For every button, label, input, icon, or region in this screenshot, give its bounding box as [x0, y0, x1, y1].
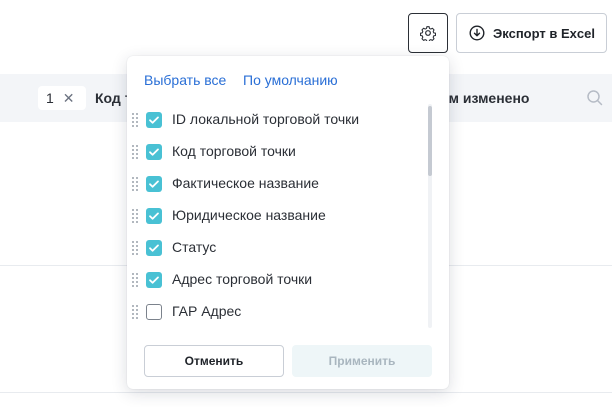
check-icon — [149, 244, 159, 252]
drag-handle-icon[interactable] — [132, 177, 140, 191]
column-checkbox[interactable] — [146, 240, 162, 256]
gear-icon — [420, 26, 436, 41]
column-checkbox[interactable] — [146, 304, 162, 320]
column-list-item[interactable]: Адрес торговой точки — [127, 268, 427, 292]
select-all-link[interactable]: Выбрать все — [144, 72, 226, 88]
drag-handle-icon[interactable] — [132, 305, 140, 319]
search-icon[interactable] — [586, 89, 604, 107]
drag-handle-icon[interactable] — [132, 145, 140, 159]
column-item-label: Адрес торговой точки — [172, 271, 313, 287]
column-list-item[interactable]: Код торговой точки — [127, 140, 427, 164]
column-settings-popup: Выбрать все По умолчанию ID локальной то… — [127, 56, 449, 389]
export-button-label: Экспорт в Excel — [493, 25, 595, 41]
export-excel-button[interactable]: Экспорт в Excel — [456, 13, 607, 53]
check-icon — [149, 212, 159, 220]
column-item-label: Код торговой точки — [172, 143, 296, 159]
column-checkbox[interactable] — [146, 144, 162, 160]
sort-chip[interactable]: 1 ✕ — [38, 86, 86, 110]
drag-handle-icon[interactable] — [132, 273, 140, 287]
drag-handle-icon[interactable] — [132, 113, 140, 127]
reset-default-link[interactable]: По умолчанию — [243, 72, 338, 88]
check-icon — [149, 148, 159, 156]
drag-handle-icon[interactable] — [132, 241, 140, 255]
column-list-item[interactable]: Статус — [127, 236, 427, 260]
column-item-label: ID локальной торговой точки — [172, 111, 360, 127]
check-icon — [149, 180, 159, 188]
column-header-modified[interactable]: ем изменено — [441, 90, 529, 106]
sort-chip-value: 1 — [46, 90, 54, 106]
drag-handle-icon[interactable] — [132, 209, 140, 223]
row-divider — [0, 392, 612, 393]
column-checkbox[interactable] — [146, 272, 162, 288]
column-checkbox[interactable] — [146, 208, 162, 224]
column-checkbox[interactable] — [146, 176, 162, 192]
download-circle-icon — [469, 25, 485, 41]
check-icon — [149, 276, 159, 284]
check-icon — [149, 116, 159, 124]
column-item-label: ГАР Адрес — [172, 303, 242, 319]
column-item-label: Юридическое название — [172, 207, 326, 223]
cancel-button[interactable]: Отменить — [144, 345, 284, 377]
column-list-item[interactable]: ГАР Адрес — [127, 300, 427, 324]
apply-button[interactable]: Применить — [292, 345, 432, 377]
column-list-item[interactable]: Фактическое название — [127, 172, 427, 196]
close-icon[interactable]: ✕ — [63, 91, 75, 105]
column-item-label: Фактическое название — [172, 175, 319, 191]
scrollbar-thumb[interactable] — [428, 106, 432, 176]
column-list-item[interactable]: Юридическое название — [127, 204, 427, 228]
column-list-item[interactable]: ID локальной торговой точки — [127, 108, 427, 132]
column-list: ID локальной торговой точки Код торговой … — [127, 104, 449, 328]
column-settings-button[interactable] — [408, 13, 448, 53]
column-checkbox[interactable] — [146, 112, 162, 128]
column-item-label: Статус — [172, 239, 217, 255]
